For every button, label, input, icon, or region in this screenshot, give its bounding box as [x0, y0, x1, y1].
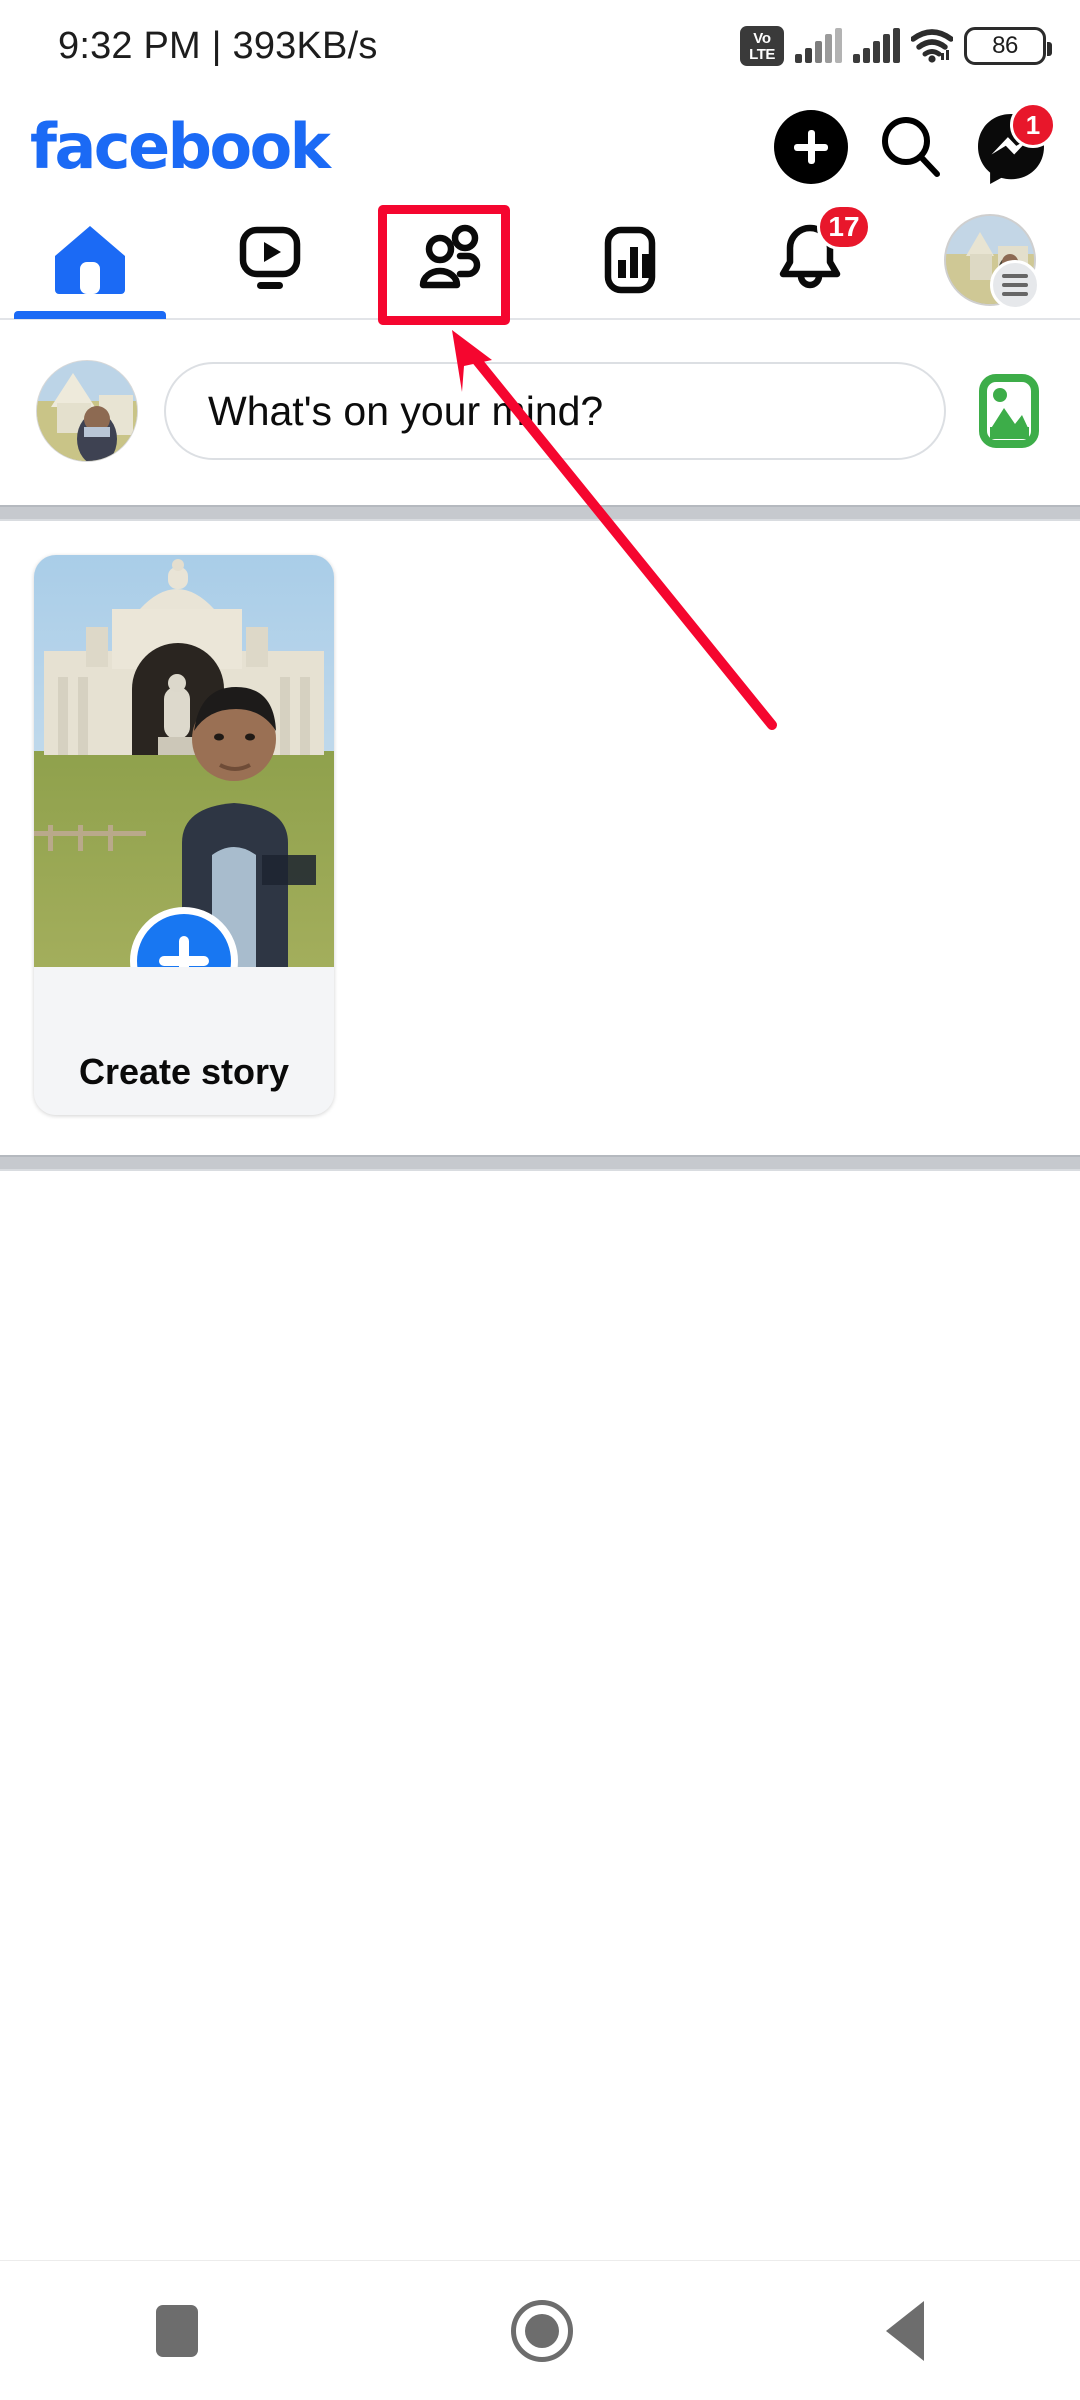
- bar-chart-icon: [604, 226, 656, 294]
- status-icons: Vo LTE 86: [740, 26, 1052, 66]
- app-header: facebook 1: [0, 92, 1080, 202]
- signal-bars-icon-sim1: [795, 28, 842, 63]
- wifi-icon: [910, 29, 954, 63]
- messenger-unread-badge: 1: [1010, 102, 1056, 148]
- tab-menu[interactable]: [900, 201, 1080, 319]
- volte-bottom-text: LTE: [749, 45, 775, 63]
- recents-button[interactable]: [156, 2304, 199, 2357]
- header-action-buttons: 1: [774, 102, 1056, 184]
- create-post-button[interactable]: [774, 110, 848, 184]
- android-navigation-bar: [0, 2260, 1080, 2400]
- composer-input[interactable]: What's on your mind?: [164, 362, 946, 460]
- back-button[interactable]: [885, 2300, 924, 2361]
- search-button[interactable]: [874, 110, 948, 184]
- story-thumbnail: [34, 555, 334, 967]
- status-time-network: 9:32 PM | 393KB/s: [58, 24, 378, 67]
- tab-video[interactable]: [180, 201, 360, 319]
- active-tab-indicator: [14, 311, 166, 319]
- notifications-count-badge: 17: [817, 203, 871, 250]
- composer-placeholder: What's on your mind?: [208, 387, 604, 434]
- status-bar: 9:32 PM | 393KB/s Vo LTE 86: [0, 0, 1080, 92]
- create-story-card[interactable]: Create story: [34, 555, 334, 1115]
- composer-photo-button[interactable]: [972, 369, 1046, 453]
- stories-section: Create story: [0, 521, 1080, 1155]
- main-tab-bar: 17: [0, 202, 1080, 320]
- create-story-footer: Create story: [34, 967, 334, 1115]
- feed-empty-area: [0, 1171, 1080, 2259]
- tab-friends[interactable]: [360, 201, 540, 319]
- home-icon: [55, 226, 125, 294]
- signal-bars-icon-sim2: [853, 28, 900, 63]
- section-divider-bottom: [0, 1155, 1080, 1171]
- facebook-logo: facebook: [30, 110, 331, 183]
- messenger-button[interactable]: 1: [974, 102, 1056, 184]
- battery-level-text: 86: [992, 32, 1018, 59]
- post-composer: What's on your mind?: [0, 322, 1080, 500]
- tab-notifications[interactable]: 17: [720, 201, 900, 319]
- tab-marketplace[interactable]: [540, 201, 720, 319]
- photo-gallery-icon: [979, 374, 1039, 448]
- composer-user-avatar[interactable]: [36, 360, 138, 462]
- home-button-dot: [524, 2313, 559, 2348]
- battery-icon: 86: [964, 27, 1052, 65]
- section-divider-top: [0, 505, 1080, 521]
- tab-home[interactable]: [0, 201, 180, 319]
- hamburger-menu-icon[interactable]: [990, 260, 1040, 310]
- create-story-label: Create story: [78, 1051, 290, 1092]
- friends-people-icon: [419, 224, 481, 289]
- volte-top-text: Vo: [753, 29, 771, 47]
- video-play-icon: [239, 226, 301, 289]
- search-icon: [882, 117, 940, 177]
- volte-icon: Vo LTE: [740, 26, 784, 66]
- home-button[interactable]: [510, 2299, 573, 2362]
